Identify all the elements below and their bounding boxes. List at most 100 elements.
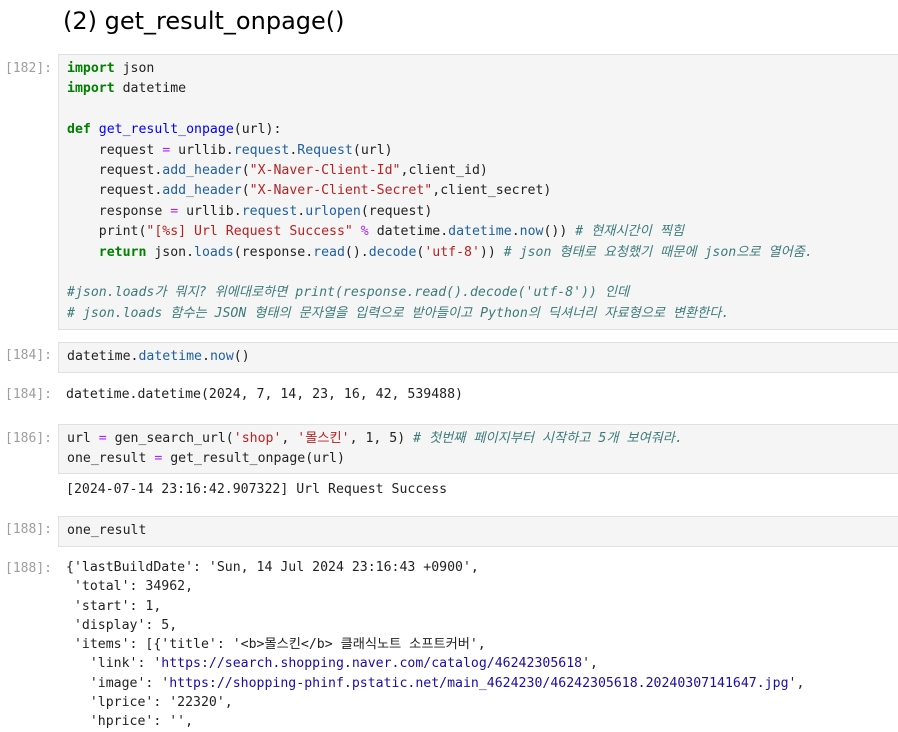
code-token: json <box>114 61 155 76</box>
code-line: #json.loads가 뭐지? 위에대로하면 print(response.r… <box>67 283 898 303</box>
code-line: request = urllib.request.Request(url) <box>67 141 898 161</box>
code-line: datetime.datetime.now() <box>67 347 898 367</box>
code-token: = <box>98 431 107 446</box>
code-token: print( <box>67 224 147 240</box>
code-token: ( <box>241 183 250 199</box>
code-line: response = urllib.request.urlopen(reques… <box>67 202 898 222</box>
output-prompt-188: [188]: <box>5 561 52 576</box>
code-token: datetime. <box>67 349 139 364</box>
code-token: request. <box>67 183 163 199</box>
code-token: get_result_onpage <box>98 122 234 138</box>
code-token: 'utf-8' <box>424 244 480 260</box>
output-line: 'lprice': '22320', <box>66 695 233 711</box>
code-line: import json <box>67 59 898 79</box>
code-token: read <box>313 244 345 260</box>
output-line: 'link': 'https://search.shopping.naver.c… <box>66 656 598 672</box>
code-token: request <box>241 203 298 219</box>
code-token: datetime. <box>368 224 449 240</box>
code-line: def get_result_onpage(url): <box>67 120 898 140</box>
code-token: "[%s] Url Request Success" <box>146 224 353 240</box>
code-line: print("[%s] Url Request Success" % datet… <box>67 222 898 242</box>
code-token: () <box>233 349 250 364</box>
code-cell-182[interactable]: import jsonimport datetime​def get_resul… <box>58 54 898 330</box>
code-token: urllib. <box>178 203 242 219</box>
code-token: request <box>233 142 290 158</box>
input-prompt-184: [184]: <box>5 348 52 363</box>
code-token: ,client_secret) <box>432 183 552 199</box>
code-token: '몰스킨' <box>297 431 350 446</box>
code-cell-184[interactable]: datetime.datetime.now() <box>58 342 898 373</box>
code-cell-186[interactable]: url = gen_search_url('shop', '몰스킨', 1, 5… <box>58 424 898 474</box>
code-token: url <box>67 431 99 446</box>
output-line: 'start': 1, <box>66 598 162 614</box>
output-line: 'hprice': '', <box>66 714 194 730</box>
code-token: ()) <box>543 224 576 240</box>
code-line: return json.loads(response.read().decode… <box>67 243 898 263</box>
code-token: "X-Naver-Client-Secret" <box>249 183 433 199</box>
output-line: 'total': 34962, <box>66 579 194 595</box>
code-token: now <box>519 224 544 240</box>
code-token: add_header <box>162 162 242 178</box>
code-token: ,client_id) <box>400 162 488 178</box>
code-line: request.add_header("X-Naver-Client-Id",c… <box>67 161 898 181</box>
code-token: add_header <box>162 183 242 199</box>
code-token: #json.loads가 뭐지? 위에대로하면 print(response.r… <box>67 285 630 301</box>
code-line: request.add_header("X-Naver-Client-Secre… <box>67 181 898 201</box>
input-prompt-182: [182]: <box>5 61 52 76</box>
code-line: ​ <box>67 263 898 283</box>
code-token: datetime <box>448 224 512 240</box>
code-line: import datetime <box>67 79 898 99</box>
output-line: 'image': 'https://shopping-phinf.pstatic… <box>66 675 805 691</box>
code-token: "X-Naver-Client-Id" <box>249 162 401 178</box>
code-token: # 첫번째 페이지부터 시작하고 5개 보여줘라. <box>413 431 683 446</box>
code-token: . <box>511 224 520 240</box>
code-token: . <box>202 349 210 364</box>
output-area-188: {'lastBuildDate': 'Sun, 14 Jul 2024 23:1… <box>66 558 898 732</box>
output-line: [2024-07-14 23:16:42.907322] Url Request… <box>66 482 448 497</box>
code-token: def <box>67 122 91 138</box>
code-line: ​ <box>67 100 898 120</box>
code-token: return <box>98 244 147 260</box>
code-token: datetime <box>138 349 202 364</box>
code-token: one_result <box>67 523 147 538</box>
output-prompt-184: [184]: <box>5 387 52 402</box>
input-prompt-186: [186]: <box>5 431 52 446</box>
code-token: import <box>67 61 115 76</box>
code-token: datetime <box>114 81 187 97</box>
output-link[interactable]: https://search.shopping.naver.com/catalo… <box>161 656 582 671</box>
code-token: import <box>67 81 115 97</box>
code-line: one_result <box>67 521 898 541</box>
code-token: 'shop' <box>233 431 282 446</box>
code-token: urlopen <box>305 203 361 219</box>
code-token: one_result <box>67 451 155 467</box>
output-line: {'lastBuildDate': 'Sun, 14 Jul 2024 23:1… <box>66 560 479 575</box>
code-token: request. <box>67 162 163 178</box>
code-token: Request <box>297 142 353 158</box>
code-token: ( <box>241 162 250 178</box>
code-token: (response. <box>233 244 314 260</box>
section-heading: (2) get_result_onpage() <box>63 7 345 35</box>
code-token: now <box>209 349 234 364</box>
code-token: # json.loads 함수는 JSON 형태의 문자열을 입력으로 받아들이… <box>67 305 730 321</box>
code-cell-188[interactable]: one_result <box>58 516 898 547</box>
code-token: urllib. <box>170 142 234 158</box>
code-token: decode <box>368 244 417 260</box>
output-area-184: datetime.datetime(2024, 7, 14, 23, 16, 4… <box>66 385 898 404</box>
code-token: , <box>281 431 298 446</box>
code-token: (url) <box>352 142 393 158</box>
code-token: (request) <box>360 203 433 219</box>
code-line: url = gen_search_url('shop', '몰스킨', 1, 5… <box>67 429 898 449</box>
code-token: response <box>67 203 171 219</box>
code-line: # json.loads 함수는 JSON 형태의 문자열을 입력으로 받아들이… <box>67 304 898 324</box>
code-token: loads <box>194 244 234 260</box>
code-token: = <box>170 203 179 219</box>
output-line: 'display': 5, <box>66 617 178 633</box>
output-link[interactable]: https://shopping-phinf.pstatic.net/main_… <box>169 676 788 691</box>
code-token: % <box>360 224 369 240</box>
code-token: )) <box>479 244 504 260</box>
code-token: gen_search_url( <box>106 431 234 446</box>
input-prompt-188: [188]: <box>5 522 52 537</box>
stream-output-186: [2024-07-14 23:16:42.907322] Url Request… <box>66 480 898 499</box>
